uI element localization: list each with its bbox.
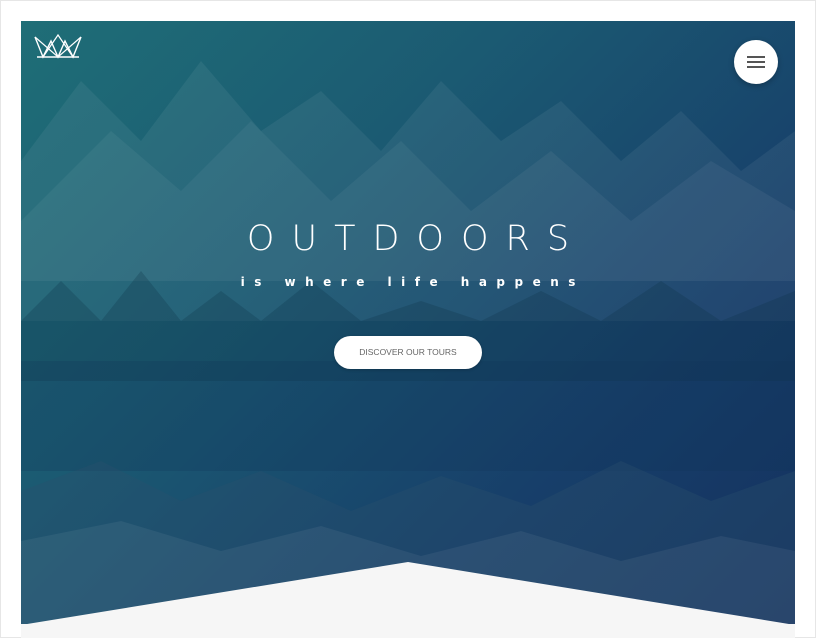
menu-button[interactable]	[734, 40, 778, 84]
hero-section: OUTDOORS IS WHERE LIFE HAPPENS DISCOVER …	[21, 21, 795, 638]
hero-headline: OUTDOORS	[246, 219, 587, 259]
hero-tagline: IS WHERE LIFE HAPPENS	[240, 275, 585, 289]
mountain-lake-background	[21, 61, 795, 638]
content-strip	[21, 624, 795, 638]
hamburger-menu-icon	[747, 56, 765, 58]
crown-logo-icon[interactable]	[33, 33, 83, 61]
discover-tours-button[interactable]: DISCOVER OUR TOURS	[334, 336, 482, 369]
